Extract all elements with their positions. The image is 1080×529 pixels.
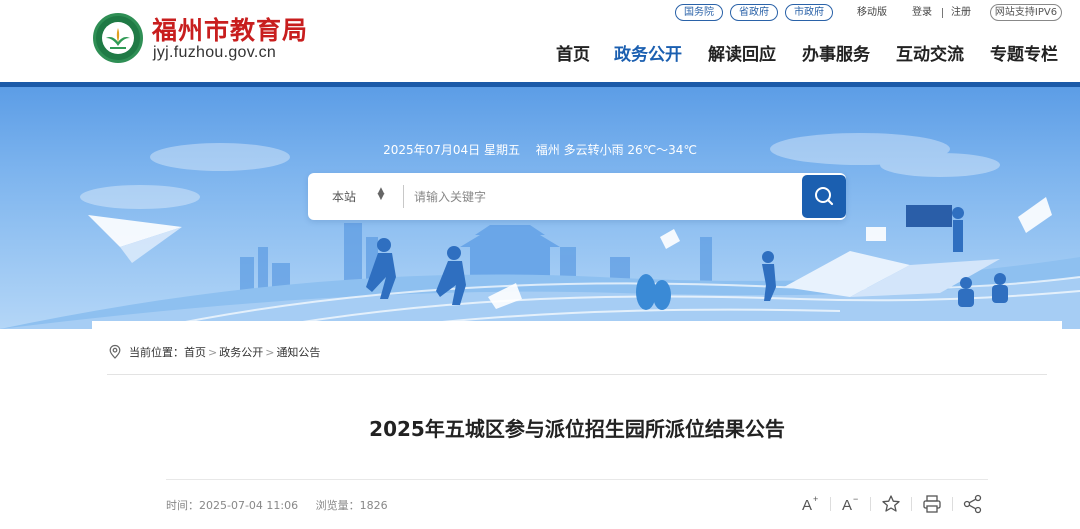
tool-divider (952, 497, 953, 511)
favorite-button[interactable] (880, 493, 902, 515)
svg-text:A: A (802, 497, 812, 514)
search-button[interactable] (802, 175, 846, 218)
search-icon (815, 187, 834, 206)
breadcrumb-prefix: 当前位置： (129, 346, 184, 359)
hero-banner: 2025年07月04日 星期五 福州 多云转小雨 26℃～34℃ 本站 ▲ ▼ (0, 87, 1080, 329)
svg-text:+: + (813, 494, 818, 504)
top-links: 国务院 省政府 市政府 移动版 登录 注册 网站支持IPV6 (0, 4, 1080, 22)
font-increase-icon: A + (802, 494, 818, 514)
city-gov-link[interactable]: 市政府 (785, 4, 833, 21)
breadcrumb-divider (107, 374, 1047, 375)
nav-services[interactable]: 办事服务 (802, 44, 870, 66)
province-gov-link[interactable]: 省政府 (730, 4, 778, 21)
tool-divider (870, 497, 871, 511)
breadcrumb-home[interactable]: 首页 (184, 346, 206, 359)
search-scope-select[interactable]: 本站 ▲ ▼ (308, 173, 403, 220)
search-box: 本站 ▲ ▼ (308, 173, 846, 220)
tool-divider (830, 497, 831, 511)
breadcrumb-trail: 当前位置：首页 > 政务公开 > 通知公告 (129, 344, 320, 360)
weather-info: 福州 多云转小雨 26℃～34℃ (535, 143, 697, 157)
star-icon (882, 495, 900, 512)
ipv6-badge: 网站支持IPV6 (990, 4, 1062, 21)
state-council-link[interactable]: 国务院 (675, 4, 723, 21)
meta-divider (166, 479, 988, 480)
site-header: 福州市教育局 jyj.fuzhou.gov.cn 国务院 省政府 市政府 移动版… (0, 0, 1080, 84)
breadcrumb-separator: > (208, 346, 218, 359)
register-link[interactable]: 注册 (951, 5, 971, 20)
nav-interpretation[interactable]: 解读回应 (708, 44, 776, 66)
article-title: 2025年五城区参与派位招生园所派位结果公告 (369, 417, 785, 441)
updown-arrows-icon: ▲ ▼ (377, 186, 385, 202)
share-button[interactable] (962, 493, 984, 515)
tool-divider (911, 497, 912, 511)
view-count: 浏览量：1826 (315, 499, 388, 512)
article-meta: 时间：2025-07-04 11:06 浏览量：1826 (166, 497, 402, 513)
search-input[interactable] (414, 182, 794, 211)
nav-special-topics[interactable]: 专题专栏 (990, 44, 1058, 66)
font-decrease-icon: A − (842, 494, 858, 514)
font-smaller-button[interactable]: A − (840, 493, 862, 515)
article-tools: A + A − (800, 493, 990, 515)
svg-text:A: A (842, 497, 852, 514)
search-scope-value: 本站 (332, 190, 357, 204)
share-icon (963, 494, 982, 514)
nav-home[interactable]: 首页 (556, 44, 590, 66)
print-button[interactable] (921, 493, 943, 515)
date-weather-bar: 2025年07月04日 星期五 福州 多云转小雨 26℃～34℃ (0, 141, 1080, 158)
nav-interaction[interactable]: 互动交流 (896, 44, 964, 66)
login-divider (942, 8, 943, 18)
breadcrumb-separator: > (265, 346, 275, 359)
publish-time: 时间：2025-07-04 11:06 (166, 499, 299, 512)
site-domain: jyj.fuzhou.gov.cn (153, 44, 277, 61)
breadcrumb-gov-affairs[interactable]: 政务公开 (219, 346, 263, 359)
login-link[interactable]: 登录 (912, 5, 932, 20)
search-divider (403, 185, 404, 208)
mobile-version-link[interactable]: 移动版 (857, 5, 887, 20)
svg-text:−: − (853, 494, 858, 504)
location-pin-icon (109, 344, 121, 359)
printer-icon (923, 495, 941, 513)
article-panel: 当前位置：首页 > 政务公开 > 通知公告 2025年五城区参与派位招生园所派位结果公告… (92, 321, 1062, 529)
breadcrumb-notices[interactable]: 通知公告 (276, 346, 320, 359)
nav-gov-affairs[interactable]: 政务公开 (614, 44, 682, 66)
current-date: 2025年07月04日 星期五 (383, 143, 520, 157)
font-larger-button[interactable]: A + (800, 493, 822, 515)
